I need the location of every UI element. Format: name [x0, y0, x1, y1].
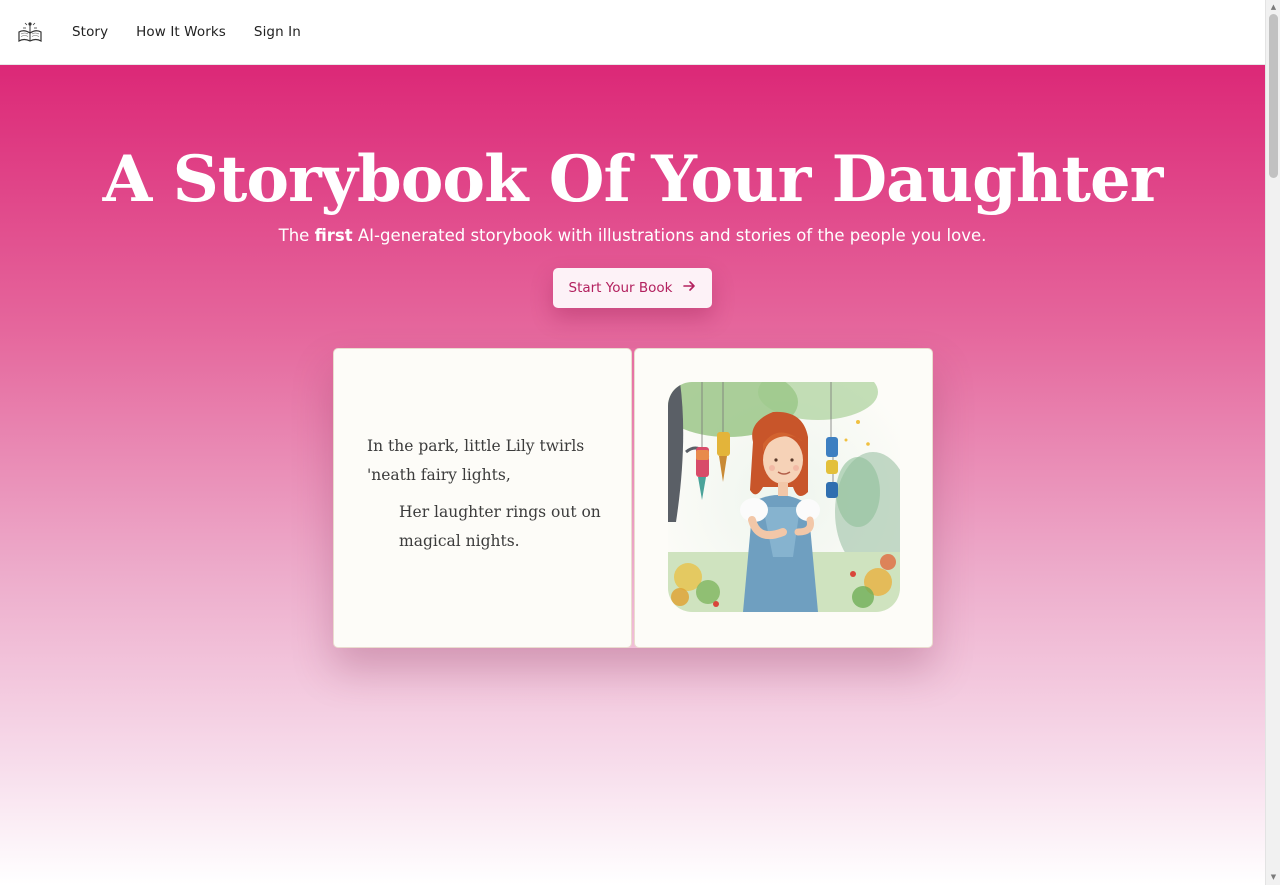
scrollbar-thumb[interactable]: [1269, 14, 1278, 178]
girl-with-fairy-lanterns-illustration: [668, 382, 900, 612]
subtitle-post: AI-generated storybook with illustration…: [352, 226, 987, 245]
page-scrollbar[interactable]: ▲ ▼: [1265, 0, 1280, 885]
start-your-book-button[interactable]: Start Your Book: [553, 268, 712, 308]
nav-link-story[interactable]: Story: [72, 24, 108, 40]
storybook-preview: In the park, little Lily twirls 'neath f…: [333, 348, 933, 648]
book-right-page: [634, 348, 933, 648]
hero-section: A Storybook Of Your Daughter The first A…: [0, 65, 1265, 885]
subtitle-pre: The: [278, 226, 315, 245]
arrow-right-icon: [682, 279, 696, 297]
headline-bold: Daughter: [831, 142, 1164, 217]
navbar: Story How It Works Sign In: [0, 0, 1265, 65]
book-left-page: In the park, little Lily twirls 'neath f…: [333, 348, 632, 648]
nav-link-sign-in[interactable]: Sign In: [254, 24, 301, 40]
cta-label: Start Your Book: [568, 280, 673, 296]
scroll-up-icon[interactable]: ▲: [1269, 2, 1278, 12]
poem-stanza-1: In the park, little Lily twirls 'neath f…: [367, 437, 585, 484]
nav-link-how-it-works[interactable]: How It Works: [136, 24, 226, 40]
subtitle-bold: first: [314, 226, 353, 245]
scroll-down-icon[interactable]: ▼: [1269, 872, 1278, 882]
open-book-icon[interactable]: [18, 20, 42, 44]
headline-regular: A Storybook Of Your: [102, 142, 832, 217]
hero-subtitle: The first AI-generated storybook with il…: [0, 226, 1265, 245]
poem-stanza-2: Her laughter rings out on magical nights…: [399, 503, 601, 550]
hero-headline: A Storybook Of Your Daughter: [0, 137, 1265, 223]
